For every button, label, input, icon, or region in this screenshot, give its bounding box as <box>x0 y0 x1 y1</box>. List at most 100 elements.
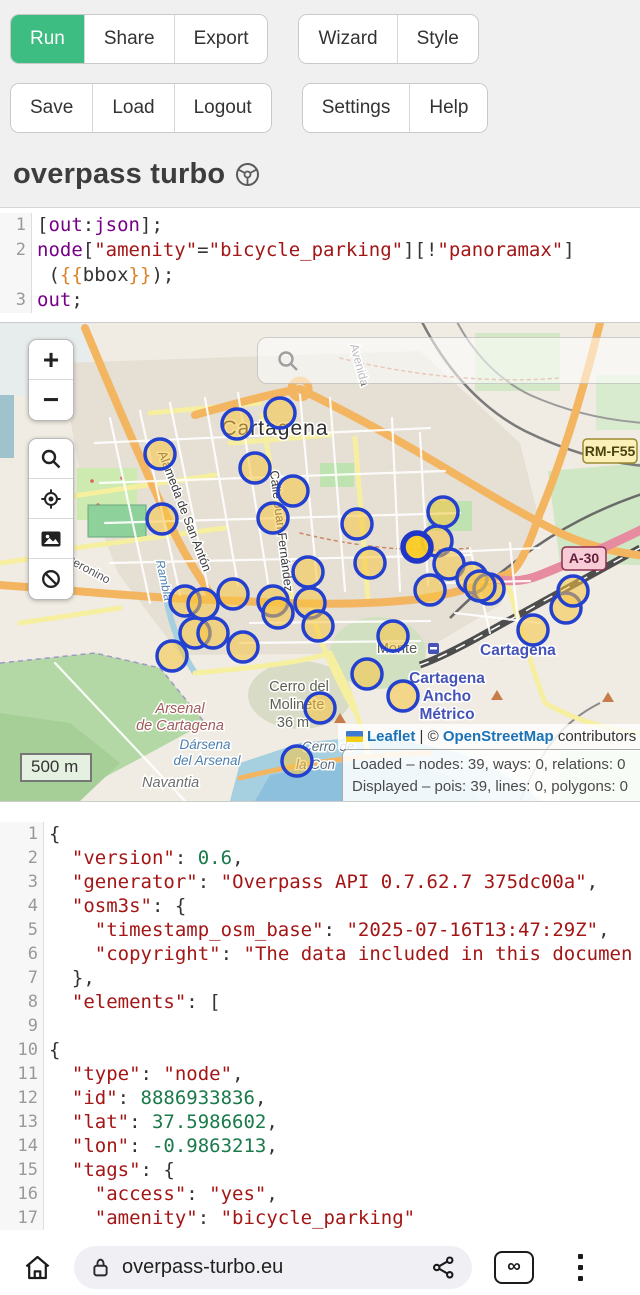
run-share-export-group: RunShareExport <box>10 14 268 64</box>
code-line: 8 "elements": [ <box>0 990 640 1014</box>
poi-marker[interactable] <box>263 598 293 628</box>
line-number: 5 <box>0 918 44 942</box>
locate-icon <box>40 488 62 510</box>
export-image-button[interactable] <box>29 519 73 559</box>
poi-marker[interactable] <box>265 398 295 428</box>
code-line: 13 "lat": 37.5986602, <box>0 1110 640 1134</box>
poi-marker[interactable] <box>145 439 175 469</box>
map[interactable]: RM-F55 A-30 Cartagena Monte Cerro del Mo… <box>0 322 640 802</box>
line-number: 3 <box>0 288 32 313</box>
poi-marker[interactable] <box>198 618 228 648</box>
code-line: 14 "lon": -0.9863213, <box>0 1134 640 1158</box>
code-line: 6 "copyright": "The data included in thi… <box>0 942 640 966</box>
poi-marker[interactable] <box>147 504 177 534</box>
poi-marker[interactable] <box>518 615 548 645</box>
line-number: 13 <box>0 1110 44 1134</box>
line-number: 1 <box>0 213 32 238</box>
poi-marker[interactable] <box>342 509 372 539</box>
poi-marker[interactable] <box>465 571 495 601</box>
navantia-label: Navantia <box>142 775 199 791</box>
poi-marker[interactable] <box>188 589 218 619</box>
line-number: 7 <box>0 966 44 990</box>
no-entry-icon <box>40 568 62 590</box>
code-line: 15 "tags": { <box>0 1158 640 1182</box>
poi-marker[interactable] <box>218 579 248 609</box>
line-number: 2 <box>0 238 32 263</box>
tab-counter-button[interactable]: ∞ <box>494 1251 534 1284</box>
poi-marker[interactable] <box>293 557 323 587</box>
line-number: 12 <box>0 1086 44 1110</box>
settings-button[interactable]: Settings <box>303 84 411 132</box>
code-line: 17 "amenity": "bicycle_parking" <box>0 1206 640 1230</box>
share-icon[interactable] <box>431 1255 456 1280</box>
poi-marker[interactable] <box>282 746 312 776</box>
poi-marker-highlighted[interactable] <box>403 533 431 561</box>
search-icon <box>276 349 300 373</box>
code-line: 2node["amenity"="bicycle_parking"][!"pan… <box>0 238 640 263</box>
locate-me-button[interactable] <box>29 479 73 519</box>
image-icon <box>40 528 62 550</box>
load-button[interactable]: Load <box>93 84 174 132</box>
line-number: 6 <box>0 942 44 966</box>
home-icon[interactable] <box>22 1252 53 1283</box>
code-line: ({{bbox}}); <box>0 263 640 288</box>
poi-marker[interactable] <box>428 497 458 527</box>
line-number <box>0 263 32 288</box>
poi-marker[interactable] <box>278 476 308 506</box>
logout-button[interactable]: Logout <box>175 84 271 132</box>
help-button[interactable]: Help <box>410 84 487 132</box>
page-title: overpass turbo <box>13 158 225 191</box>
zoom-in-button[interactable]: + <box>29 340 73 380</box>
poi-marker[interactable] <box>228 632 258 662</box>
map-search-box[interactable] <box>257 337 640 384</box>
map-tools-control <box>28 438 74 600</box>
line-number: 11 <box>0 1062 44 1086</box>
save-button[interactable]: Save <box>11 84 93 132</box>
poi-marker[interactable] <box>222 409 252 439</box>
share-button[interactable]: Share <box>85 15 175 63</box>
query-editor[interactable]: 1[out:json];2node["amenity"="bicycle_par… <box>0 208 640 322</box>
poi-marker[interactable] <box>378 621 408 651</box>
data-view[interactable]: 1{2 "version": 0.6,3 "generator": "Overp… <box>0 819 640 1230</box>
wizard-button[interactable]: Wizard <box>299 15 397 63</box>
code-line: 12 "id": 8886933836, <box>0 1086 640 1110</box>
app-header: overpass turbo <box>0 152 640 208</box>
poi-marker[interactable] <box>415 575 445 605</box>
search-location-button[interactable] <box>29 439 73 479</box>
station-label: Cartagena <box>480 642 556 659</box>
poi-marker[interactable] <box>303 611 333 641</box>
code-line: 1[out:json]; <box>0 213 640 238</box>
svg-text:Ancho: Ancho <box>423 688 471 705</box>
ukraine-flag-icon <box>346 731 363 742</box>
status-displayed: Displayed – pois: 39, lines: 0, polygons… <box>352 776 640 798</box>
leaflet-link[interactable]: Leaflet <box>367 728 415 745</box>
svg-text:36 m: 36 m <box>277 715 309 731</box>
export-button[interactable]: Export <box>175 15 268 63</box>
run-button[interactable]: Run <box>11 15 85 63</box>
poi-marker[interactable] <box>558 576 588 606</box>
poi-marker[interactable] <box>305 693 335 723</box>
toolbar-row-2: SaveLoadLogout SettingsHelp <box>0 83 640 133</box>
openstreetmap-link[interactable]: OpenStreetMap <box>443 728 554 745</box>
station2-label: Cartagena <box>409 670 485 687</box>
style-button[interactable]: Style <box>398 15 478 63</box>
save-load-logout-group: SaveLoadLogout <box>10 83 272 133</box>
map-scale: 500 m <box>20 753 92 782</box>
zoom-out-button[interactable]: − <box>29 380 73 420</box>
menu-kebab-icon[interactable] <box>574 1250 587 1285</box>
url-bar[interactable]: overpass-turbo.eu <box>74 1246 472 1289</box>
toolbar-row-1: RunShareExport WizardStyle <box>0 14 640 64</box>
poi-marker[interactable] <box>258 503 288 533</box>
poi-marker[interactable] <box>388 681 418 711</box>
poi-marker[interactable] <box>157 641 187 671</box>
poi-marker[interactable] <box>240 453 270 483</box>
settings-help-group: SettingsHelp <box>302 83 489 133</box>
svg-text:Métrico: Métrico <box>419 706 474 723</box>
poi-marker[interactable] <box>355 548 385 578</box>
overpass-turbo-app: RunShareExport WizardStyle SaveLoadLogou… <box>0 0 640 1295</box>
line-number: 15 <box>0 1158 44 1182</box>
code-line: 3 "generator": "Overpass API 0.7.62.7 37… <box>0 870 640 894</box>
poi-marker[interactable] <box>352 659 382 689</box>
map-attribution: Leaflet | © OpenStreetMap contributors <box>338 724 640 749</box>
clear-map-button[interactable] <box>29 559 73 599</box>
